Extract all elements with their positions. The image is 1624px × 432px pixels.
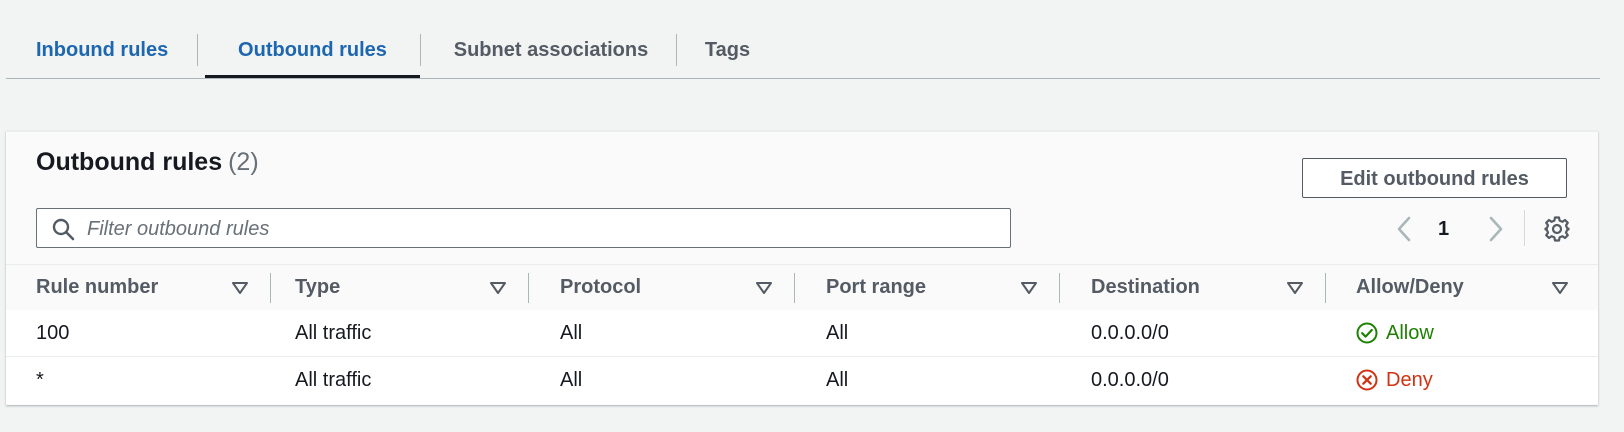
cell-port-range: All bbox=[826, 369, 849, 391]
table-row[interactable]: * All traffic All All 0.0.0.0/0 Deny bbox=[6, 357, 1598, 404]
column-header-allow-deny[interactable]: Allow/Deny bbox=[1356, 265, 1464, 310]
column-divider[interactable] bbox=[270, 273, 271, 303]
gear-icon[interactable] bbox=[1544, 216, 1570, 242]
panel-title-text: Outbound rules bbox=[36, 148, 223, 176]
sort-icon[interactable] bbox=[1285, 278, 1305, 298]
x-circle-icon bbox=[1356, 369, 1378, 391]
sort-icon[interactable] bbox=[754, 278, 774, 298]
tab-tags[interactable]: Tags bbox=[690, 32, 765, 78]
sort-icon[interactable] bbox=[230, 278, 250, 298]
chevron-right-icon[interactable] bbox=[1484, 215, 1508, 243]
outbound-rules-panel: Outbound rules(2) Edit outbound rules 1 … bbox=[6, 131, 1598, 405]
cell-type: All traffic bbox=[295, 322, 372, 344]
column-divider[interactable] bbox=[794, 273, 795, 303]
rule-count: (2) bbox=[228, 148, 259, 176]
tab-outbound-rules[interactable]: Outbound rules bbox=[205, 32, 420, 78]
cell-destination: 0.0.0.0/0 bbox=[1091, 322, 1169, 344]
cell-type: All traffic bbox=[295, 369, 372, 391]
edit-outbound-rules-button[interactable]: Edit outbound rules bbox=[1302, 158, 1567, 198]
cell-rule-number: * bbox=[36, 369, 44, 391]
page-number[interactable]: 1 bbox=[1438, 215, 1449, 243]
column-divider[interactable] bbox=[528, 273, 529, 303]
cell-port-range: All bbox=[826, 322, 849, 344]
cell-protocol: All bbox=[560, 322, 583, 344]
tab-divider bbox=[197, 34, 198, 66]
status-label: Deny bbox=[1386, 369, 1433, 391]
sort-icon[interactable] bbox=[488, 278, 508, 298]
status-label: Allow bbox=[1386, 322, 1434, 344]
column-header-type[interactable]: Type bbox=[295, 265, 340, 310]
filter-box[interactable] bbox=[36, 208, 1011, 248]
column-header-protocol[interactable]: Protocol bbox=[560, 265, 641, 310]
pager-divider bbox=[1524, 210, 1525, 246]
sort-icon[interactable] bbox=[1019, 278, 1039, 298]
check-circle-icon bbox=[1356, 322, 1378, 344]
table-row[interactable]: 100 All traffic All All 0.0.0.0/0 Allow bbox=[6, 310, 1598, 357]
table-header: Rule number Type Protocol Port range Des… bbox=[6, 264, 1598, 311]
tab-inbound-rules[interactable]: Inbound rules bbox=[36, 32, 211, 78]
column-header-rule-number[interactable]: Rule number bbox=[36, 265, 158, 310]
status-allow: Allow bbox=[1356, 310, 1476, 356]
tab-divider bbox=[420, 34, 421, 66]
status-deny: Deny bbox=[1356, 357, 1476, 403]
cell-destination: 0.0.0.0/0 bbox=[1091, 369, 1169, 391]
cell-rule-number: 100 bbox=[36, 322, 70, 344]
tab-divider bbox=[676, 34, 677, 66]
tab-subnet-associations[interactable]: Subnet associations bbox=[431, 32, 671, 78]
panel-title: Outbound rules (2) bbox=[36, 148, 259, 177]
column-divider[interactable] bbox=[1059, 273, 1060, 303]
search-icon bbox=[52, 218, 75, 241]
column-header-port-range[interactable]: Port range bbox=[826, 265, 926, 310]
tab-bar: Inbound rules Outbound rules Subnet asso… bbox=[6, 0, 1600, 79]
cell-protocol: All bbox=[560, 369, 583, 391]
chevron-left-icon[interactable] bbox=[1392, 215, 1416, 243]
sort-icon[interactable] bbox=[1550, 278, 1570, 298]
column-header-destination[interactable]: Destination bbox=[1091, 265, 1200, 310]
filter-input[interactable] bbox=[85, 211, 989, 247]
column-divider[interactable] bbox=[1325, 273, 1326, 303]
